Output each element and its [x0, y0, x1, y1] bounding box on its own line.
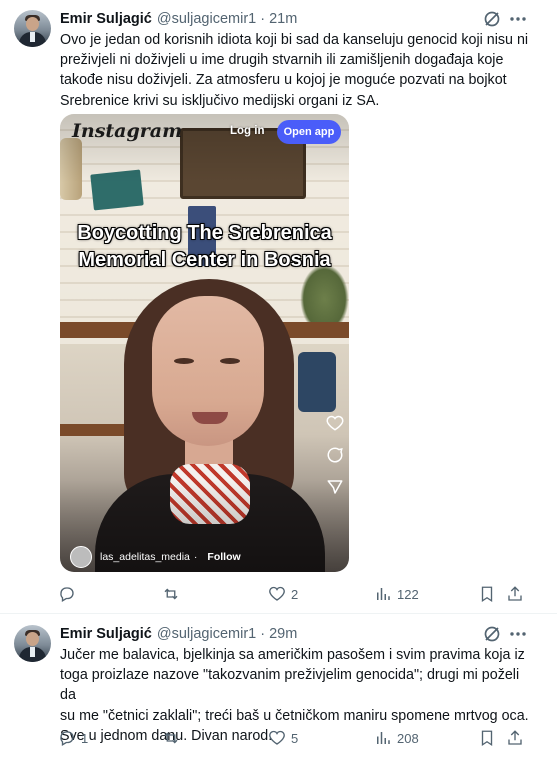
- tweet-actions: 1 5 208: [58, 728, 528, 748]
- bookmark-button[interactable]: [478, 584, 496, 604]
- instagram-user[interactable]: las_adelitas_media · Follow: [70, 546, 241, 568]
- timestamp[interactable]: 21m: [269, 11, 297, 27]
- timestamp[interactable]: 29m: [269, 626, 297, 642]
- heart-icon[interactable]: [326, 414, 344, 432]
- bookmark-button[interactable]: [478, 728, 496, 748]
- reply-button[interactable]: 1: [58, 728, 88, 748]
- send-icon[interactable]: [326, 478, 344, 496]
- comment-icon[interactable]: [326, 446, 344, 464]
- more-icon[interactable]: [508, 10, 528, 28]
- more-icon[interactable]: [508, 625, 528, 643]
- avatar[interactable]: [14, 10, 51, 47]
- like-count: 2: [291, 586, 299, 602]
- tweet-text-line: Srebrenice krivi su isključivo medijski …: [60, 92, 380, 109]
- share-button[interactable]: [506, 728, 524, 748]
- tweet-text-line: toga proizlaze nazove "takozvanim preživ…: [60, 667, 520, 704]
- views-chart-icon: [377, 588, 390, 600]
- views-chart-icon: [377, 732, 390, 744]
- tweet-header: Emir Suljagić @suljagicemir1 · 21m: [60, 9, 297, 29]
- instagram-username[interactable]: las_adelitas_media: [100, 551, 190, 563]
- like-count: 5: [291, 730, 299, 746]
- grok-icon[interactable]: [483, 10, 501, 28]
- avatar[interactable]: [14, 625, 51, 662]
- tweet-text-line: Jučer me balavica, bjelkinja sa američki…: [60, 647, 525, 663]
- login-link[interactable]: Log in: [230, 125, 265, 137]
- author-handle[interactable]: @suljagicemir1: [157, 626, 256, 642]
- author-name[interactable]: Emir Suljagić: [60, 11, 152, 27]
- bookmark-icon: [481, 730, 493, 747]
- tweet[interactable]: Emir Suljagić @suljagicemir1 · 29m Jučer…: [0, 614, 557, 759]
- share-button[interactable]: [506, 584, 524, 604]
- reply-icon: [60, 731, 74, 746]
- view-count: 122: [397, 586, 419, 602]
- views-button[interactable]: 208: [374, 728, 419, 748]
- retweet-icon: [164, 732, 178, 744]
- like-button[interactable]: 5: [268, 728, 298, 748]
- bookmark-icon: [481, 586, 493, 603]
- separator-dot: ·: [193, 551, 198, 563]
- tweet-text-line: preživjeli ni doživjeli u ime drugih stv…: [60, 52, 504, 69]
- separator-dot: ·: [260, 11, 266, 27]
- heart-icon: [269, 730, 285, 745]
- retweet-button[interactable]: [162, 728, 185, 748]
- avatar: [70, 546, 92, 568]
- caption-line: Memorial Center in Bosnia: [78, 249, 331, 271]
- separator-dot: ·: [260, 626, 266, 642]
- follow-link[interactable]: Follow: [207, 551, 240, 563]
- tweet-header: Emir Suljagić @suljagicemir1 · 29m: [60, 624, 297, 644]
- view-count: 208: [397, 730, 419, 746]
- video-side-actions: [326, 414, 344, 510]
- caption-line: Boycotting The Srebrenica: [77, 222, 332, 244]
- heart-icon: [269, 586, 285, 601]
- tweet-text: Ovo je jedan od korisnih idiota koji bi …: [60, 30, 530, 111]
- retweet-icon: [164, 588, 178, 600]
- share-icon: [508, 730, 522, 745]
- share-icon: [508, 586, 522, 601]
- retweet-button[interactable]: [162, 584, 185, 604]
- views-button[interactable]: 122: [374, 584, 419, 604]
- embedded-video[interactable]: Instagram Log in Open app Boycotting The…: [60, 114, 349, 572]
- tweet[interactable]: Emir Suljagić @suljagicemir1 · 21m Ovo j…: [0, 0, 557, 613]
- tweet-text-line: su me "četnici zaklali"; treći baš u čet…: [60, 707, 529, 724]
- like-button[interactable]: 2: [268, 584, 298, 604]
- tweet-text-line: Ovo je jedan od korisnih idiota koji bi …: [60, 32, 529, 48]
- instagram-logo: Instagram: [72, 120, 183, 142]
- reply-button[interactable]: [58, 584, 81, 604]
- tweet-actions: 2 122: [58, 584, 528, 604]
- author-name[interactable]: Emir Suljagić: [60, 626, 152, 642]
- tweet-text-line: takođe nisu doživjeli. Za atmosferu u ko…: [60, 72, 507, 89]
- video-caption: Boycotting The Srebrenica Memorial Cente…: [60, 220, 349, 274]
- author-handle[interactable]: @suljagicemir1: [157, 11, 256, 27]
- reply-icon: [60, 587, 74, 602]
- grok-icon[interactable]: [483, 625, 501, 643]
- reply-count: 1: [81, 730, 89, 746]
- open-app-button[interactable]: Open app: [277, 120, 341, 144]
